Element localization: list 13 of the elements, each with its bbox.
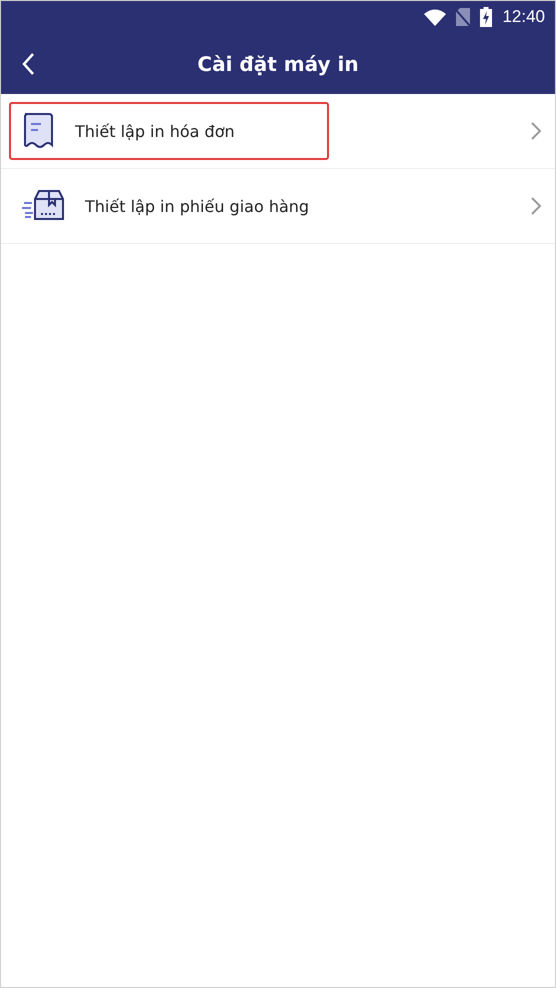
no-sim-icon <box>456 8 470 26</box>
chevron-right-icon <box>531 122 541 140</box>
item-label: Thiết lập in hóa đơn <box>75 122 235 140</box>
clock-time: 12:40 <box>502 7 545 27</box>
wifi-icon <box>424 8 446 26</box>
battery-charging-icon <box>480 7 492 27</box>
item-label: Thiết lập in phiếu giao hàng <box>85 196 310 216</box>
screen-title: Cài đặt máy in <box>197 52 359 76</box>
chevron-right-icon <box>531 197 541 215</box>
settings-item[interactable]: Thiết lập in phiếu giao hàng <box>1 169 555 244</box>
delivery-box-icon <box>21 189 65 223</box>
settings-item[interactable]: Thiết lập in hóa đơn <box>1 94 555 169</box>
receipt-icon <box>21 112 55 150</box>
